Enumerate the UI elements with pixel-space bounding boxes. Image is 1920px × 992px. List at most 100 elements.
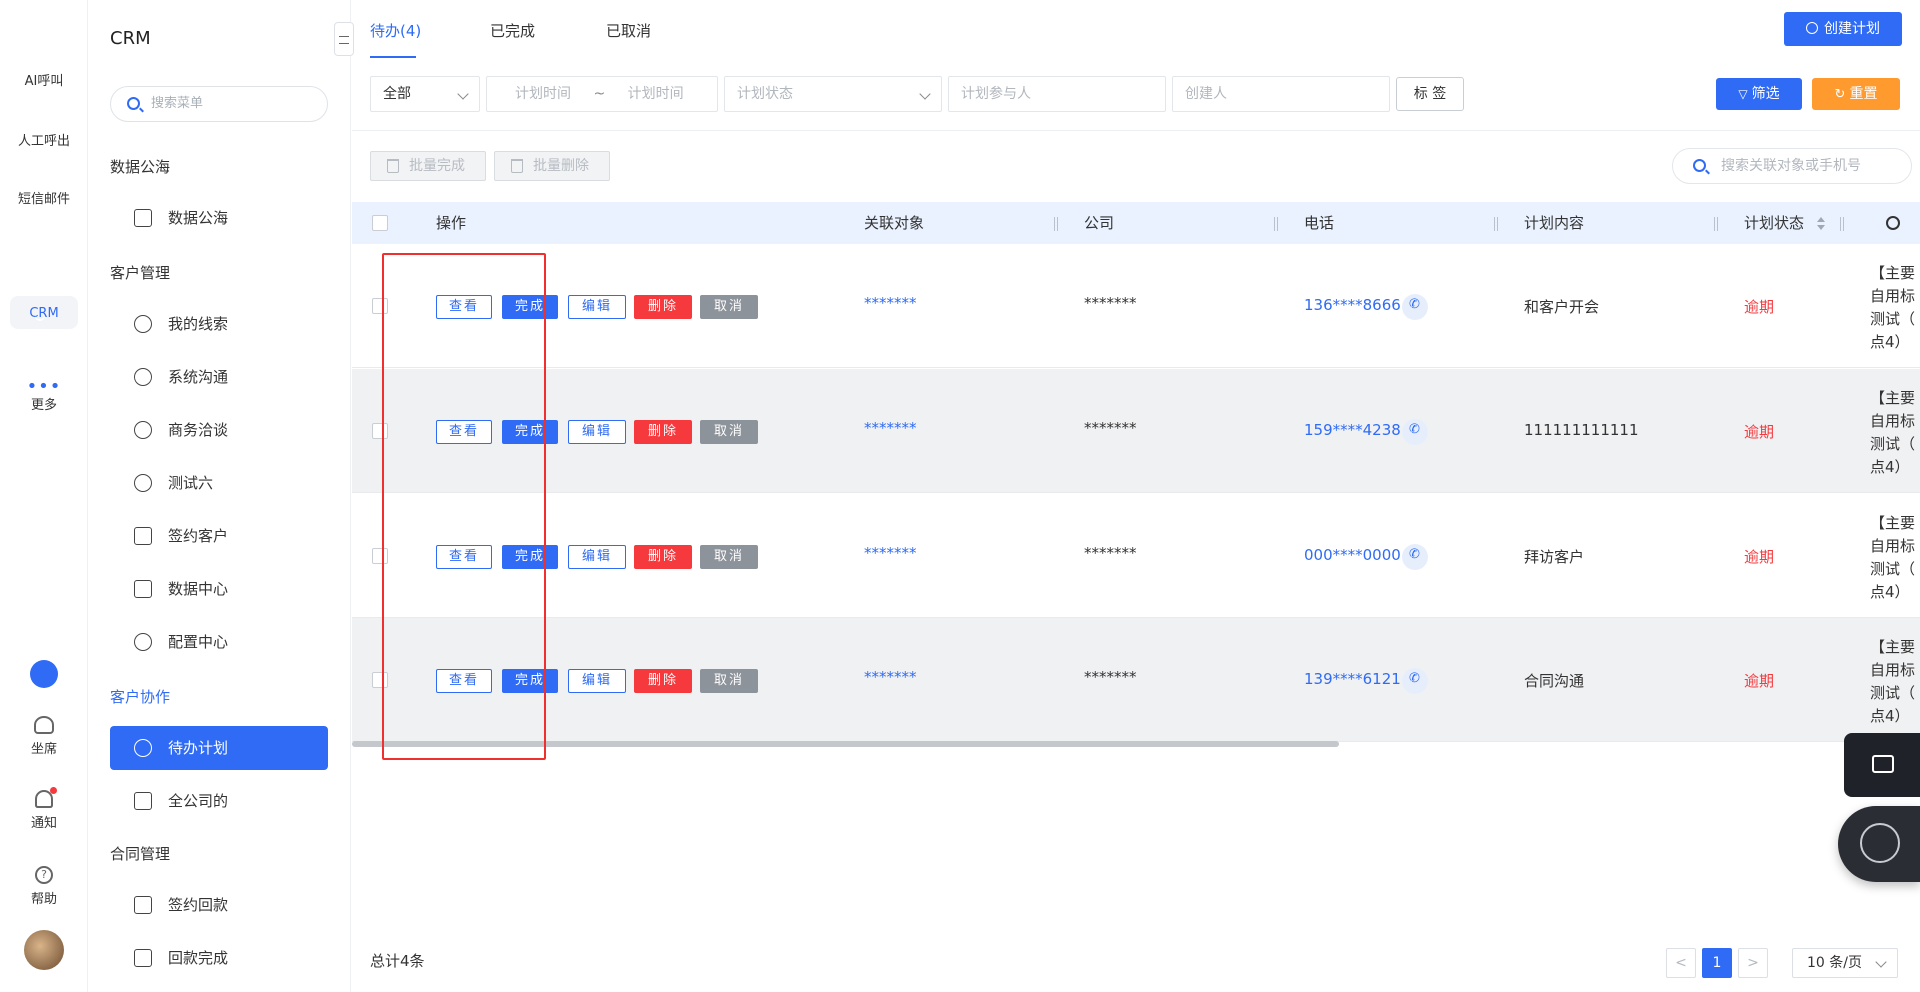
softphone-button[interactable] <box>1838 806 1920 882</box>
create-plan-button[interactable]: 创建计划 <box>1784 12 1902 46</box>
related-object-link[interactable]: ******* <box>864 294 917 312</box>
next-page-button[interactable]: > <box>1738 948 1768 978</box>
phone-link[interactable]: 139****6121 <box>1304 670 1401 688</box>
delete-button[interactable]: 删除 <box>634 669 692 693</box>
sidebar-item-test-six[interactable]: 测试六 <box>110 461 328 505</box>
voice-widget-button[interactable] <box>1844 733 1920 797</box>
sidebar-item-data-sea[interactable]: 数据公海 <box>110 196 328 240</box>
total-count: 总计4条 <box>370 952 425 970</box>
company-cell: ******* <box>1084 544 1137 562</box>
tab-cancelled[interactable]: 已取消 <box>606 20 651 41</box>
cancel-button[interactable]: 取消 <box>700 669 758 693</box>
sidebar-item-system-chat[interactable]: 系统沟通 <box>110 355 328 399</box>
cancel-button[interactable]: 取消 <box>700 295 758 319</box>
col-resize-handle[interactable] <box>1714 217 1718 231</box>
phone-icon[interactable] <box>1402 668 1428 694</box>
edit-button[interactable]: 编辑 <box>568 669 626 693</box>
trash-icon <box>387 159 399 173</box>
rail-sms-email[interactable]: 短信邮件 <box>10 188 78 207</box>
tag-button[interactable]: 标 签 <box>1396 77 1464 111</box>
prev-page-button[interactable]: < <box>1666 948 1696 978</box>
content-cell: 111111111111 <box>1524 421 1639 439</box>
content-cell: 拜访客户 <box>1524 548 1585 566</box>
creator-input[interactable]: 创建人 <box>1172 76 1390 112</box>
sidebar-item-whole-company[interactable]: 全公司的 <box>110 779 328 823</box>
help-icon: ? <box>35 866 53 884</box>
truncated-cell: 【主要 自用标 测试（ 点4） <box>1870 389 1916 476</box>
rail-seat[interactable]: 坐席 <box>10 716 78 757</box>
cancel-button[interactable]: 取消 <box>700 545 758 569</box>
sidebar-item-todo-plan[interactable]: 待办计划 <box>110 726 328 770</box>
tab-todo[interactable]: 待办(4) <box>370 20 421 41</box>
table-search-input[interactable]: 搜索关联对象或手机号 <box>1672 148 1912 184</box>
highlight-box <box>382 253 546 760</box>
rail-ai-call[interactable]: AI呼叫 <box>10 70 78 89</box>
truncated-cell: 【主要 自用标 测试（ 点4） <box>1870 638 1916 725</box>
select-all-checkbox[interactable] <box>372 215 388 231</box>
sidebar-item-payment-done[interactable]: 回款完成 <box>110 936 328 980</box>
page-1-button[interactable]: 1 <box>1702 948 1732 978</box>
related-object-link[interactable]: ******* <box>864 544 917 562</box>
avatar[interactable] <box>24 930 64 970</box>
col-resize-handle[interactable] <box>1274 217 1278 231</box>
gear-icon[interactable] <box>1886 216 1900 230</box>
phone-icon[interactable] <box>1402 419 1428 445</box>
cancel-button[interactable]: 取消 <box>700 420 758 444</box>
batch-complete-button[interactable]: 批量完成 <box>370 151 486 181</box>
sidebar-item-payment[interactable]: 签约回款 <box>110 883 328 927</box>
tab-completed[interactable]: 已完成 <box>490 20 535 41</box>
sidebar-item-signed[interactable]: 签约客户 <box>110 514 328 558</box>
phone-link[interactable]: 159****4238 <box>1304 421 1401 439</box>
col-resize-handle[interactable] <box>1494 217 1498 231</box>
menu-search-input[interactable]: 搜索菜单 <box>110 86 328 122</box>
related-object-link[interactable]: ******* <box>864 419 917 437</box>
col-object: 关联对象 <box>864 214 925 232</box>
bell-icon <box>35 787 57 808</box>
sidebar-item-config[interactable]: 配置中心 <box>110 620 328 664</box>
delete-button[interactable]: 删除 <box>634 545 692 569</box>
sidebar-item-business[interactable]: 商务洽谈 <box>110 408 328 452</box>
status-badge: 逾期 <box>1744 298 1775 316</box>
delete-button[interactable]: 删除 <box>634 295 692 319</box>
collapse-sidebar-button[interactable] <box>334 22 354 56</box>
sidebar-item-my-leads[interactable]: 我的线索 <box>110 302 328 346</box>
chart-icon <box>134 209 152 227</box>
participant-input[interactable]: 计划参与人 <box>948 76 1166 112</box>
delete-button[interactable]: 删除 <box>634 420 692 444</box>
col-resize-handle[interactable] <box>1054 217 1058 231</box>
phone-icon[interactable] <box>1402 294 1428 320</box>
rail-notify[interactable]: 通知 <box>10 787 78 831</box>
sidebar-item-data-center[interactable]: 数据中心 <box>110 567 328 611</box>
sidebar-title: CRM <box>110 28 151 49</box>
col-resize-handle[interactable] <box>1840 217 1844 231</box>
batch-delete-button[interactable]: 批量删除 <box>494 151 610 181</box>
phone-link[interactable]: 136****8666 <box>1304 296 1401 314</box>
sort-icon[interactable] <box>1816 216 1826 232</box>
reset-button[interactable]: ↻ 重置 <box>1812 78 1900 110</box>
rail-help[interactable]: ? 帮助 <box>10 866 78 907</box>
page-size-select[interactable]: 10 条/页 <box>1792 948 1898 978</box>
edit-button[interactable]: 编辑 <box>568 420 626 444</box>
tab-indicator <box>370 56 416 58</box>
chevron-down-icon <box>457 88 469 100</box>
sidebar-group-customer: 客户管理 <box>110 264 171 282</box>
edit-button[interactable]: 编辑 <box>568 545 626 569</box>
related-object-link[interactable]: ******* <box>864 668 917 686</box>
phone-icon[interactable] <box>1402 544 1428 570</box>
sidebar-group-contract: 合同管理 <box>110 845 171 863</box>
search-icon <box>1693 159 1706 172</box>
col-actions: 操作 <box>436 214 467 232</box>
rail-crm[interactable]: CRM <box>10 296 78 329</box>
rail-more[interactable]: ••• 更多 <box>10 378 78 414</box>
phone-link[interactable]: 000****0000 <box>1304 546 1401 564</box>
edit-button[interactable]: 编辑 <box>568 295 626 319</box>
plan-status-select[interactable]: 计划状态 <box>724 76 942 112</box>
filter-button[interactable]: ▽ 筛选 <box>1716 78 1802 110</box>
waveform-icon <box>1872 755 1894 773</box>
user-search-icon <box>134 315 152 333</box>
company-cell: ******* <box>1084 419 1137 437</box>
rail-manual-call[interactable]: 人工呼出 <box>10 130 78 149</box>
plan-time-range[interactable]: 计划时间 ~ 计划时间 <box>486 76 718 112</box>
scope-select[interactable]: 全部 <box>370 76 480 112</box>
content-cell: 和客户开会 <box>1524 298 1600 316</box>
